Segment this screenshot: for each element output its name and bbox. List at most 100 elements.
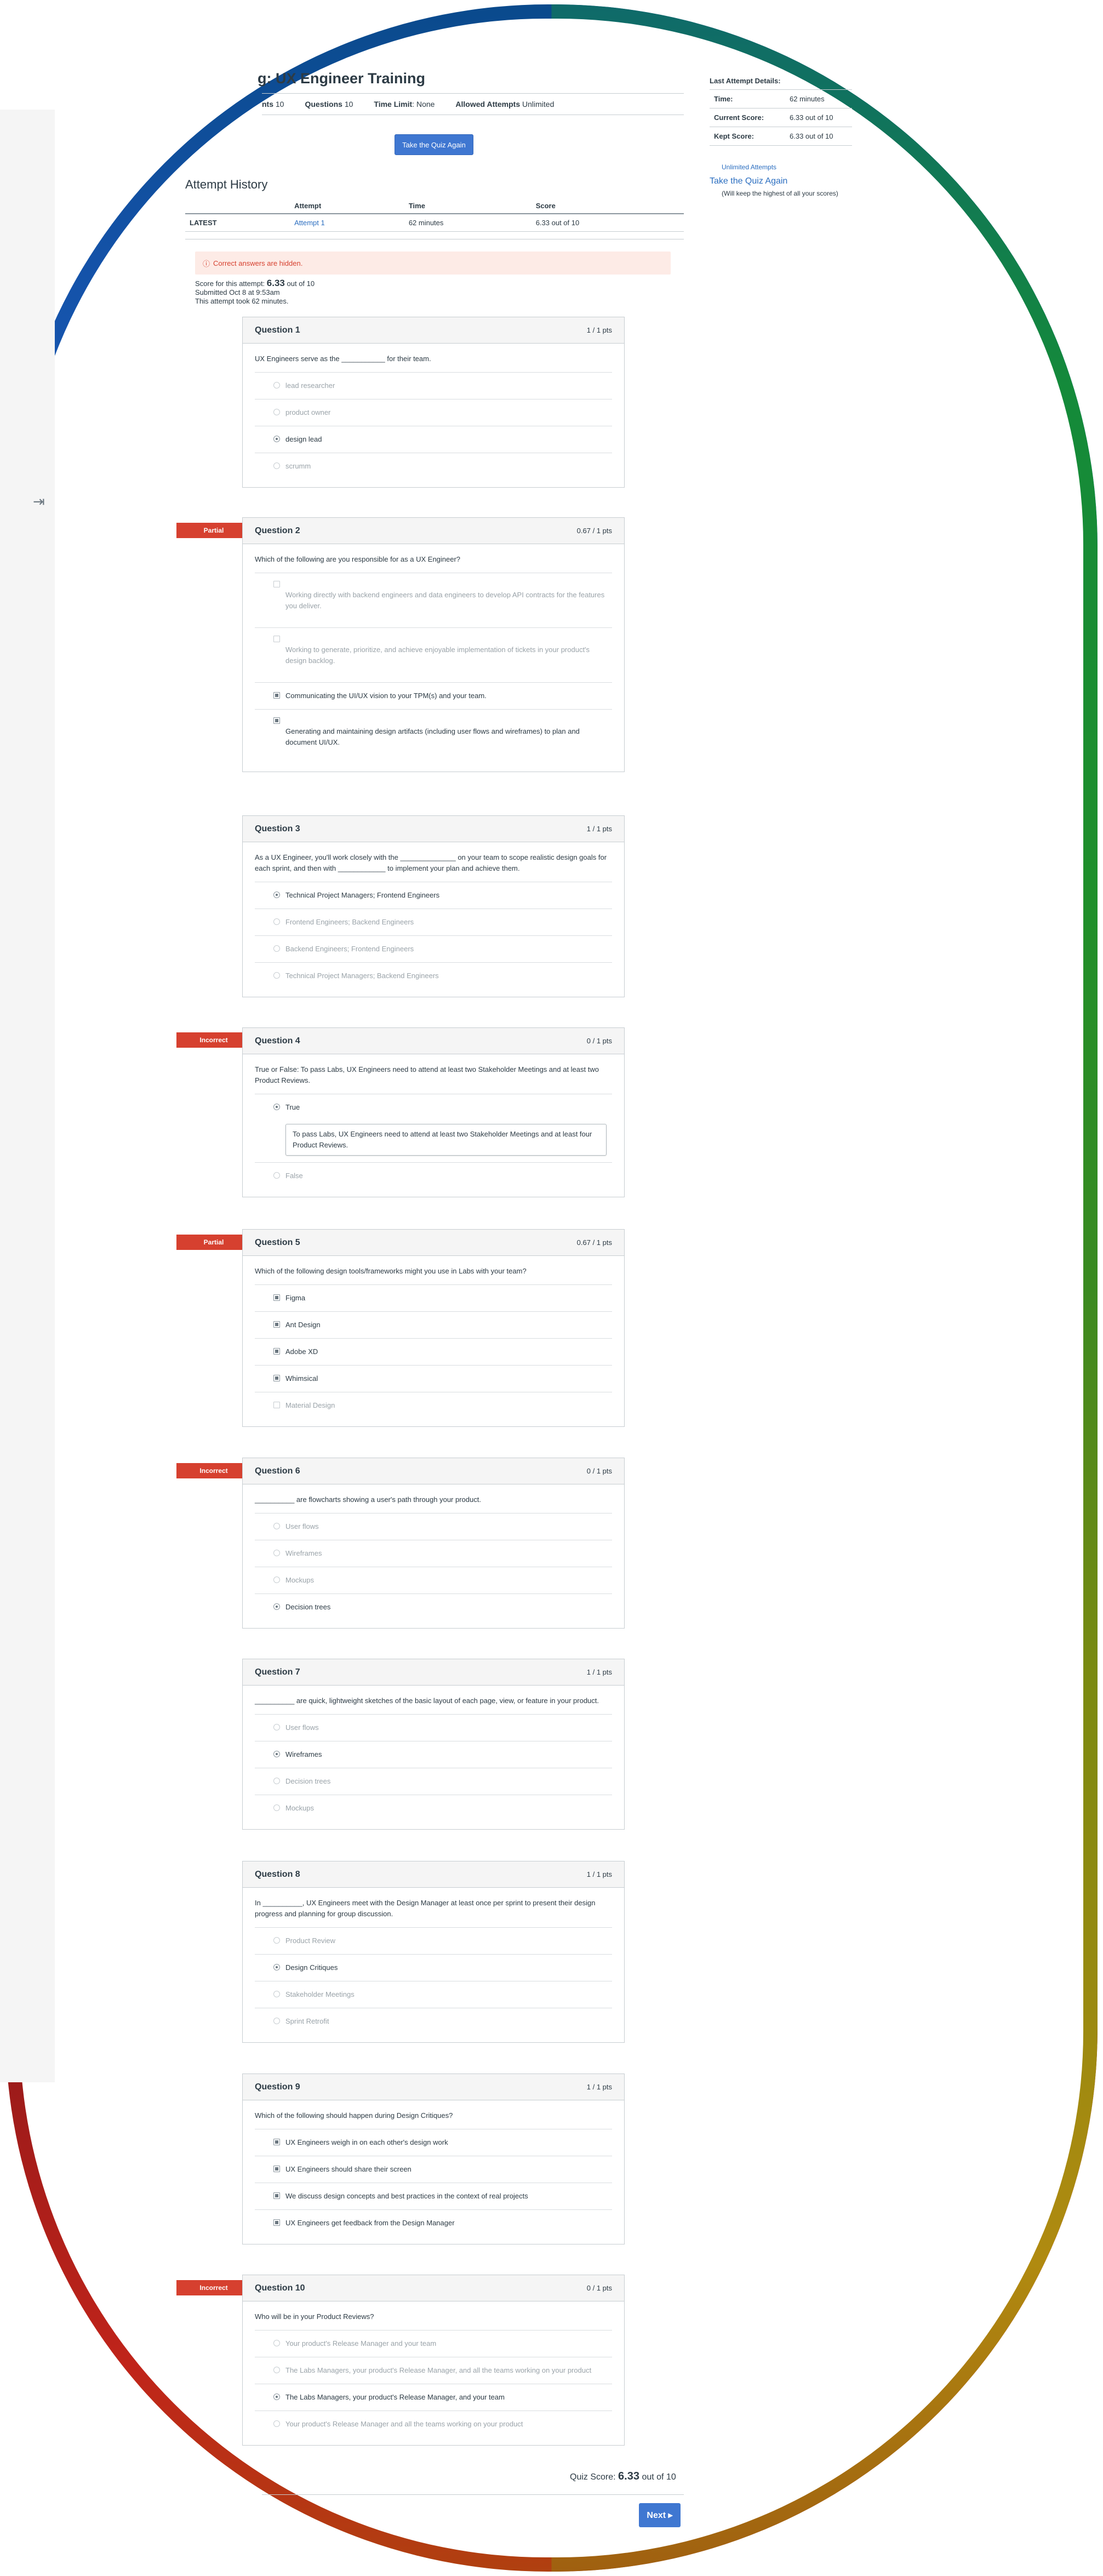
quiz-score-suffix: out of 10: [642, 2472, 676, 2482]
question-title: Question 7: [255, 1667, 300, 1677]
question-text: UX Engineers serve as the ___________ fo…: [255, 355, 431, 363]
col-header-score: Score: [531, 198, 684, 214]
detail-row: Current Score: 6.33 out of 10: [710, 108, 852, 127]
attempt-link[interactable]: Attempt 1: [290, 214, 404, 232]
answer-option-selected: We discuss design concepts and best prac…: [255, 2183, 612, 2209]
question-points: 0 / 1 pts: [586, 1467, 612, 1475]
quiz-meta: nts 10 Questions 10 Time Limit: None All…: [262, 93, 684, 115]
allowed-attempts-meta: Allowed Attempts Unlimited: [455, 100, 555, 108]
question-card-3: Question 3 1 / 1 pts As a UX Engineer, yo…: [242, 815, 625, 997]
question-text: In __________, UX Engineers meet with th…: [255, 1899, 596, 1918]
answer-option-selected: Generating and maintaining design artifa…: [255, 709, 612, 764]
answer-option: Wireframes: [255, 1540, 612, 1567]
answer-option-selected: Wireframes: [255, 1741, 612, 1768]
answer-option-selected: Adobe XD: [255, 1338, 612, 1365]
question-title: Question 3: [255, 824, 300, 833]
question-card-1: Question 1 1 / 1 pts UX Engineers serve a…: [242, 317, 625, 488]
answer-option: User flows: [255, 1513, 612, 1540]
questions-meta: Questions 10: [305, 100, 353, 108]
answer-option-selected: UX Engineers weigh in on each other's de…: [255, 2129, 612, 2156]
question-text: __________ are quick, lightweight sketch…: [255, 1697, 599, 1705]
answer-option: Sprint Retrofit: [255, 2008, 612, 2035]
table-row: LATEST Attempt 1 62 minutes 6.33 out of …: [185, 214, 684, 232]
partial-flag: Partial: [176, 523, 251, 538]
take-quiz-again-link[interactable]: Take the Quiz Again: [710, 176, 852, 186]
answer-option-selected: The Labs Managers, your product's Releas…: [255, 2384, 612, 2411]
score-prefix: Score for this attempt:: [195, 279, 265, 288]
attempt-history-table: Attempt Time Score LATEST Attempt 1 62 m…: [185, 198, 684, 232]
answer-option: False: [255, 1162, 612, 1189]
question-text: Which of the following design tools/fram…: [255, 1267, 527, 1275]
incorrect-flag: Incorrect: [176, 1032, 251, 1048]
answer-option-selected: Ant Design: [255, 1311, 612, 1338]
points-meta: nts 10: [262, 100, 284, 108]
quiz-score: Quiz Score: 6.33 out of 10: [570, 2470, 676, 2483]
question-title: Question 6: [255, 1466, 300, 1476]
answer-option-selected: Decision trees: [255, 1593, 612, 1620]
answer-option-selected: design lead: [255, 426, 612, 453]
question-points: 1 / 1 pts: [586, 326, 612, 334]
question-card-8: Question 8 1 / 1 pts In __________, UX En…: [242, 1861, 625, 2043]
question-points: 1 / 1 pts: [586, 2083, 612, 2091]
answer-option: Frontend Engineers; Backend Engineers: [255, 909, 612, 935]
submitted-time: Submitted Oct 8 at 9:53am: [195, 288, 280, 296]
attempt-history-title: Attempt History: [185, 178, 268, 191]
answer-option: Stakeholder Meetings: [255, 1981, 612, 2008]
answer-option: Material Design: [255, 1392, 612, 1419]
question-card-6: Question 6 0 / 1 pts __________ are flowc…: [242, 1458, 625, 1629]
question-card-10: Question 10 0 / 1 pts Who will be in your…: [242, 2275, 625, 2446]
answer-option: Mockups: [255, 1795, 612, 1821]
answer-option: Mockups: [255, 1567, 612, 1593]
question-title: Question 8: [255, 1869, 300, 1879]
question-card-7: Question 7 1 / 1 pts __________ are quick…: [242, 1659, 625, 1830]
answer-option: Working to generate, prioritize, and ach…: [255, 627, 612, 682]
answer-option-selected: Design Critiques: [255, 1954, 612, 1981]
take-quiz-again-button[interactable]: Take the Quiz Again: [395, 134, 473, 155]
expand-sidebar-icon[interactable]: ⇥: [33, 493, 45, 510]
attempt-time: 62 minutes: [404, 214, 532, 232]
detail-row: Time: 62 minutes: [710, 90, 852, 108]
answer-option-selected: UX Engineers should share their screen: [255, 2156, 612, 2183]
page-title: g: UX Engineer Training: [258, 70, 426, 87]
answer-option-selected: Figma: [255, 1284, 612, 1311]
incorrect-flag: Incorrect: [176, 1463, 251, 1478]
col-header-attempt: Attempt: [290, 198, 404, 214]
unlimited-attempts: Unlimited Attempts: [722, 163, 777, 171]
answer-option-selected: Communicating the UI/UX vision to your T…: [255, 682, 612, 709]
time-limit-meta: Time Limit: None: [374, 100, 435, 108]
question-title: Question 10: [255, 2283, 305, 2293]
answer-option: Product Review: [255, 1927, 612, 1954]
attempt-score: 6.33 out of 10: [531, 214, 684, 232]
col-header-time: Time: [404, 198, 532, 214]
answer-option: Backend Engineers; Frontend Engineers: [255, 935, 612, 962]
question-title: Question 5: [255, 1237, 300, 1247]
question-points: 0 / 1 pts: [586, 2284, 612, 2292]
answer-option: product owner: [255, 399, 612, 426]
hidden-answers-alert: ⓘ Correct answers are hidden.: [195, 252, 671, 275]
question-points: 0 / 1 pts: [586, 1037, 612, 1045]
last-attempt-details: Last Attempt Details: Time: 62 minutes Cu…: [710, 77, 852, 197]
question-points: 1 / 1 pts: [586, 1870, 612, 1878]
incorrect-flag: Incorrect: [176, 2280, 251, 2295]
answer-option: Working directly with backend engineers …: [255, 573, 612, 627]
answer-option: lead researcher: [255, 372, 612, 399]
answer-option: Your product's Release Manager and your …: [255, 2330, 612, 2357]
answer-option-selected: Technical Project Managers; Frontend Eng…: [255, 882, 612, 909]
quiz-results-page: ⇥ g: UX Engineer Training nts 10 Questio…: [0, 0, 1103, 2576]
answer-option: Decision trees: [255, 1768, 612, 1795]
question-card-5: Question 5 0.67 / 1 pts Which of the foll…: [242, 1229, 625, 1427]
answer-option: The Labs Managers, your product's Releas…: [255, 2357, 612, 2384]
question-card-4: Question 4 0 / 1 pts True or False: To pa…: [242, 1027, 625, 1197]
question-points: 0.67 / 1 pts: [576, 1238, 612, 1247]
answer-option: User flows: [255, 1714, 612, 1741]
question-text: Which of the following should happen dur…: [255, 2111, 453, 2120]
question-text: __________ are flowcharts showing a user…: [255, 1495, 481, 1504]
question-text: As a UX Engineer, you'll work closely wi…: [255, 853, 607, 872]
answer-option: scrumm: [255, 453, 612, 479]
answer-option-selected: Whimsical: [255, 1365, 612, 1392]
answer-option: Technical Project Managers; Backend Engi…: [255, 962, 612, 989]
next-button[interactable]: Next ▸: [639, 2503, 681, 2527]
attempt-summary: Score for this attempt: 6.33 out of 10 S…: [195, 278, 315, 306]
quiz-score-label: Quiz Score:: [570, 2472, 616, 2482]
warning-icon: ⓘ: [203, 259, 210, 268]
